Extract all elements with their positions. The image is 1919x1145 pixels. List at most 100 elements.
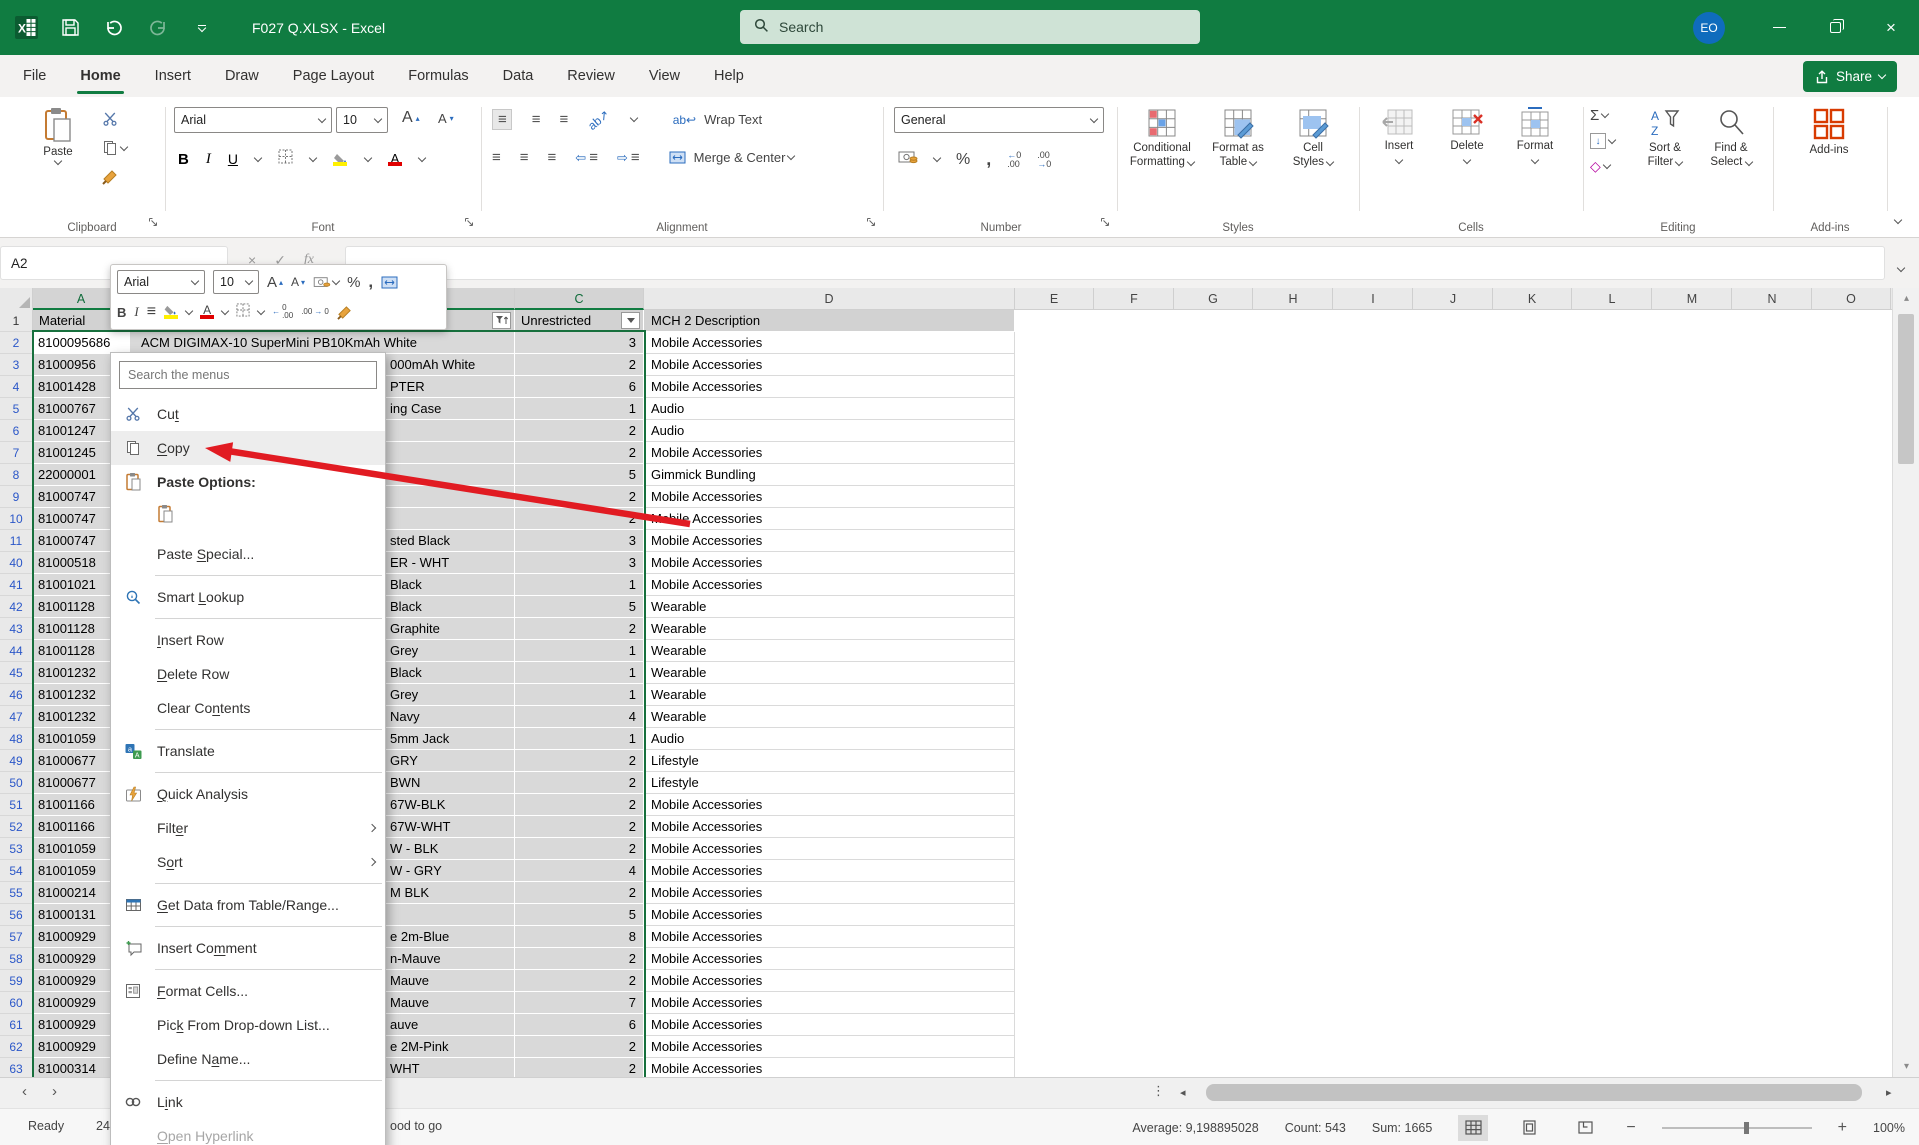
cell-d3[interactable]: Mobile Accessories (644, 354, 1015, 376)
mini-borders-button[interactable]: ≡ (147, 303, 156, 321)
mini-merge-center-button[interactable] (381, 276, 398, 289)
conditional-formatting-button[interactable]: Conditional Formatting (1124, 107, 1200, 170)
mini-decrease-font-button[interactable]: A ▾ (291, 275, 305, 289)
row-header-7[interactable]: 7 (0, 442, 33, 464)
alignment-dialog-launcher[interactable] (866, 214, 876, 232)
font-color-button[interactable]: A (387, 152, 402, 166)
find-select-button[interactable]: Find & Select (1700, 107, 1762, 170)
cell-d47[interactable]: Wearable (644, 706, 1015, 728)
decrease-decimal-button[interactable]: .00 →0 (1037, 150, 1051, 169)
column-header-o[interactable]: O (1812, 288, 1891, 310)
cell-c40[interactable]: 3 (515, 552, 644, 574)
comma-style-button[interactable]: , (986, 149, 991, 170)
cell-d58[interactable]: Mobile Accessories (644, 948, 1015, 970)
cell-d59[interactable]: Mobile Accessories (644, 970, 1015, 992)
cell-c61[interactable]: 6 (515, 1014, 644, 1036)
cell-c49[interactable]: 2 (515, 750, 644, 772)
row-header-6[interactable]: 6 (0, 420, 33, 442)
merge-center-button[interactable]: Merge & Center (669, 150, 796, 165)
menu-item-link[interactable]: Link (111, 1085, 385, 1119)
cell-c55[interactable]: 2 (515, 882, 644, 904)
align-middle-button[interactable]: ≡ (532, 111, 541, 128)
mini-border-dropdown[interactable] (256, 306, 266, 315)
italic-button[interactable]: I (206, 151, 211, 168)
cell-d53[interactable]: Mobile Accessories (644, 838, 1015, 860)
cell-d4[interactable]: Mobile Accessories (644, 376, 1015, 398)
cell-d61[interactable]: Mobile Accessories (644, 1014, 1015, 1036)
cell-d62[interactable]: Mobile Accessories (644, 1036, 1015, 1058)
cell-d40[interactable]: Mobile Accessories (644, 552, 1015, 574)
copy-button[interactable] (102, 140, 129, 156)
mini-font-size-combo[interactable]: 10 (213, 270, 259, 294)
row-header-60[interactable]: 60 (0, 992, 33, 1014)
menu-item-filter[interactable]: Filter (111, 811, 385, 845)
hscroll-right-icon[interactable]: ▸ (1886, 1086, 1892, 1099)
tab-formulas[interactable]: Formulas (391, 55, 485, 97)
cell-c57[interactable]: 8 (515, 926, 644, 948)
sheet-nav-left-icon[interactable]: ‹ (22, 1083, 27, 1100)
borders-button[interactable] (278, 149, 293, 169)
mini-decrease-decimal-button[interactable]: .00 → 0 (301, 308, 329, 316)
cell-d45[interactable]: Wearable (644, 662, 1015, 684)
mini-comma-button[interactable]: , (368, 272, 373, 292)
cell-d1[interactable]: MCH 2 Description (644, 310, 1015, 332)
cell-d63[interactable]: Mobile Accessories (644, 1058, 1015, 1077)
orientation-button[interactable]: ab↗ (586, 107, 613, 133)
cell-a2[interactable]: 8100095686 (33, 332, 130, 354)
close-button[interactable]: × (1863, 0, 1919, 55)
row-header-63[interactable]: 63 (0, 1058, 33, 1077)
bold-button[interactable]: B (178, 151, 189, 168)
cell-c45[interactable]: 1 (515, 662, 644, 684)
cell-c2[interactable]: 3 (515, 332, 644, 354)
scroll-up-icon[interactable]: ▴ (1893, 293, 1919, 304)
menu-item-copy[interactable]: Copy (111, 431, 385, 465)
align-right-button[interactable]: ≡ (548, 149, 557, 166)
cell-b2[interactable]: ACM DIGIMAX-10 SuperMini PB10KmAh White (130, 332, 515, 354)
menu-item-open-hyperlink[interactable]: Open Hyperlink (111, 1119, 385, 1145)
decrease-indent-button[interactable]: ⇦ ≡ (575, 149, 598, 166)
zoom-slider[interactable] (1661, 1121, 1812, 1134)
cell-d43[interactable]: Wearable (644, 618, 1015, 640)
underline-button[interactable]: U (228, 151, 238, 167)
cell-c50[interactable]: 2 (515, 772, 644, 794)
horizontal-scrollbar[interactable] (1196, 1084, 1880, 1101)
cell-c6[interactable]: 2 (515, 420, 644, 442)
row-header-45[interactable]: 45 (0, 662, 33, 684)
normal-view-button[interactable] (1458, 1114, 1489, 1141)
zoom-out-icon[interactable]: − (1626, 1119, 1635, 1137)
page-layout-view-button[interactable] (1514, 1115, 1544, 1141)
borders-dropdown[interactable] (308, 153, 318, 162)
row-header-3[interactable]: 3 (0, 354, 33, 376)
font-size-combo[interactable]: 10 (336, 107, 388, 133)
mini-font-color-button[interactable]: A (200, 304, 215, 319)
column-header-j[interactable]: J (1414, 288, 1493, 310)
row-header-46[interactable]: 46 (0, 684, 33, 706)
menu-item-format-cells[interactable]: Format Cells... (111, 974, 385, 1008)
cell-c3[interactable]: 2 (515, 354, 644, 376)
scrollbar-splitter-handle[interactable]: ⋮ (1152, 1083, 1165, 1099)
fill-button[interactable]: ↓ (1590, 133, 1617, 149)
cell-d54[interactable]: Mobile Accessories (644, 860, 1015, 882)
decrease-font-button[interactable]: A ▾ (438, 111, 454, 126)
cell-c7[interactable]: 2 (515, 442, 644, 464)
row-header-62[interactable]: 62 (0, 1036, 33, 1058)
page-break-view-button[interactable] (1570, 1115, 1600, 1141)
mini-format-painter-button[interactable] (337, 305, 353, 320)
cell-c53[interactable]: 2 (515, 838, 644, 860)
column-header-n[interactable]: N (1733, 288, 1812, 310)
cell-d10[interactable]: Mobile Accessories (644, 508, 1015, 530)
cell-d60[interactable]: Mobile Accessories (644, 992, 1015, 1014)
save-button[interactable] (58, 16, 82, 40)
cell-c42[interactable]: 5 (515, 596, 644, 618)
row-header-58[interactable]: 58 (0, 948, 33, 970)
cell-d52[interactable]: Mobile Accessories (644, 816, 1015, 838)
cell-c58[interactable]: 2 (515, 948, 644, 970)
sort-filter-button[interactable]: AZ Sort & Filter (1634, 107, 1696, 170)
cell-d11[interactable]: Mobile Accessories (644, 530, 1015, 552)
mini-percent-button[interactable]: % (347, 274, 360, 291)
menu-item-clear-contents[interactable]: Clear Contents (111, 691, 385, 725)
row-header-4[interactable]: 4 (0, 376, 33, 398)
cell-c5[interactable]: 1 (515, 398, 644, 420)
fill-color-button[interactable] (333, 153, 348, 166)
search-box[interactable]: Search (740, 10, 1200, 44)
